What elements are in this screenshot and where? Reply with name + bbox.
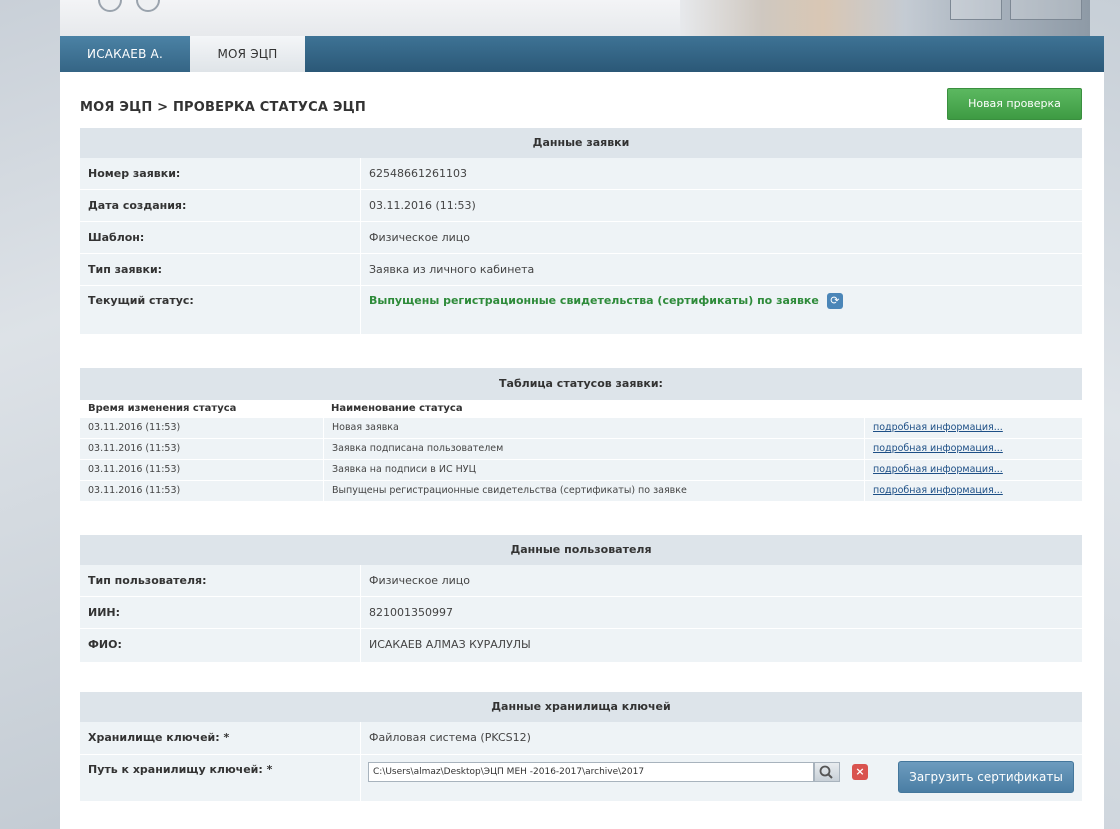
section-title: Данные заявки (80, 128, 1082, 158)
main-content: МОЯ ЭЦП > ПРОВЕРКА СТАТУСА ЭЦП Новая про… (60, 72, 1104, 829)
status-name: Выпущены регистрационные свидетельства (… (323, 481, 864, 501)
new-check-button[interactable]: Новая проверка (947, 88, 1082, 120)
info-row: Шаблон: Физическое лицо (80, 222, 1082, 254)
status-time: 03.11.2016 (11:53) (88, 422, 181, 433)
details-link[interactable]: подробная информация... (873, 443, 1003, 454)
tab-bar: Исакаев А. Моя ЭЦП (60, 36, 1104, 72)
info-row: Хранилище ключей: * Файловая система (PK… (80, 722, 1082, 755)
top-banner (60, 0, 1090, 36)
field-value: ИСАКАЕВ АЛМАЗ КУРАЛУЛЫ (360, 629, 1082, 662)
browse-button[interactable] (814, 762, 840, 782)
banner-frame (1010, 0, 1082, 20)
field-label: ИИН: (88, 606, 121, 619)
refresh-icon[interactable]: ⟳ (826, 293, 843, 309)
field-label: Дата создания: (88, 199, 187, 212)
field-label: Текущий статус: (88, 294, 194, 307)
section-title: Данные пользователя (80, 535, 1082, 565)
breadcrumb: МОЯ ЭЦП > ПРОВЕРКА СТАТУСА ЭЦП (80, 100, 366, 115)
info-row: Номер заявки: 62548661261103 (80, 158, 1082, 190)
field-value: Файловая система (PKCS12) (360, 722, 1082, 754)
keystore-section: Данные хранилища ключей Хранилище ключей… (80, 692, 1082, 802)
info-row: Текущий статус: Выпущены регистрационные… (80, 286, 1082, 335)
details-link[interactable]: подробная информация... (873, 422, 1003, 433)
details-link[interactable]: подробная информация... (873, 485, 1003, 496)
field-label: Путь к хранилищу ключей: * (88, 763, 273, 776)
field-value: 03.11.2016 (11:53) (360, 190, 1082, 221)
field-label: Номер заявки: (88, 167, 181, 180)
banner-circle-icon (98, 0, 122, 12)
field-value: 821001350997 (360, 597, 1082, 628)
clear-icon[interactable]: × (852, 764, 868, 780)
banner-circle-icon (136, 0, 160, 12)
status-table-section: Таблица статусов заявки: Время изменения… (80, 368, 1082, 502)
info-row: Путь к хранилищу ключей: * × Загрузить с… (80, 755, 1082, 802)
keystore-path-input[interactable] (368, 762, 814, 782)
info-row: Тип пользователя: Физическое лицо (80, 565, 1082, 597)
status-time: 03.11.2016 (11:53) (88, 443, 181, 454)
table-row: 03.11.2016 (11:53) Новая заявка подробна… (80, 418, 1082, 439)
field-value: Физическое лицо (360, 222, 1082, 253)
field-label: ФИО: (88, 638, 122, 651)
search-icon (819, 765, 833, 779)
column-header-link (864, 400, 1082, 418)
info-row: Дата создания: 03.11.2016 (11:53) (80, 190, 1082, 222)
field-label: Хранилище ключей: * (88, 731, 230, 744)
field-value: 62548661261103 (360, 158, 1082, 189)
tab-my-ecp[interactable]: Моя ЭЦП (190, 36, 305, 72)
banner-frame (950, 0, 1002, 20)
column-header-name: Наименование статуса (331, 403, 463, 414)
field-label: Шаблон: (88, 231, 145, 244)
field-label: Тип заявки: (88, 263, 163, 276)
table-row: 03.11.2016 (11:53) Заявка подписана поль… (80, 439, 1082, 460)
status-text: Выпущены регистрационные свидетельства (… (369, 294, 819, 307)
field-label: Тип пользователя: (88, 574, 207, 587)
tab-user[interactable]: Исакаев А. (60, 36, 190, 72)
field-value: Заявка из личного кабинета (360, 254, 1082, 285)
status-name: Заявка на подписи в ИС НУЦ (323, 460, 864, 480)
info-row: Тип заявки: Заявка из личного кабинета (80, 254, 1082, 286)
background-left (0, 0, 60, 829)
status-name: Заявка подписана пользователем (323, 439, 864, 459)
status-table-header: Время изменения статуса Наименование ста… (80, 400, 1082, 418)
column-header-time: Время изменения статуса (88, 403, 237, 414)
section-title: Таблица статусов заявки: (80, 368, 1082, 400)
section-title: Данные хранилища ключей (80, 692, 1082, 722)
status-name: Новая заявка (323, 418, 864, 438)
status-time: 03.11.2016 (11:53) (88, 485, 181, 496)
field-value: Физическое лицо (360, 565, 1082, 596)
current-status: Выпущены регистрационные свидетельства (… (360, 286, 1082, 334)
status-time: 03.11.2016 (11:53) (88, 464, 181, 475)
application-section: Данные заявки Номер заявки: 625486612611… (80, 128, 1082, 335)
table-row: 03.11.2016 (11:53) Заявка на подписи в И… (80, 460, 1082, 481)
table-row: 03.11.2016 (11:53) Выпущены регистрацион… (80, 481, 1082, 502)
banner-photo (680, 0, 1090, 36)
info-row: ФИО: ИСАКАЕВ АЛМАЗ КУРАЛУЛЫ (80, 629, 1082, 663)
upload-certificates-button[interactable]: Загрузить сертификаты (898, 761, 1074, 793)
user-section: Данные пользователя Тип пользователя: Фи… (80, 535, 1082, 663)
details-link[interactable]: подробная информация... (873, 464, 1003, 475)
info-row: ИИН: 821001350997 (80, 597, 1082, 629)
